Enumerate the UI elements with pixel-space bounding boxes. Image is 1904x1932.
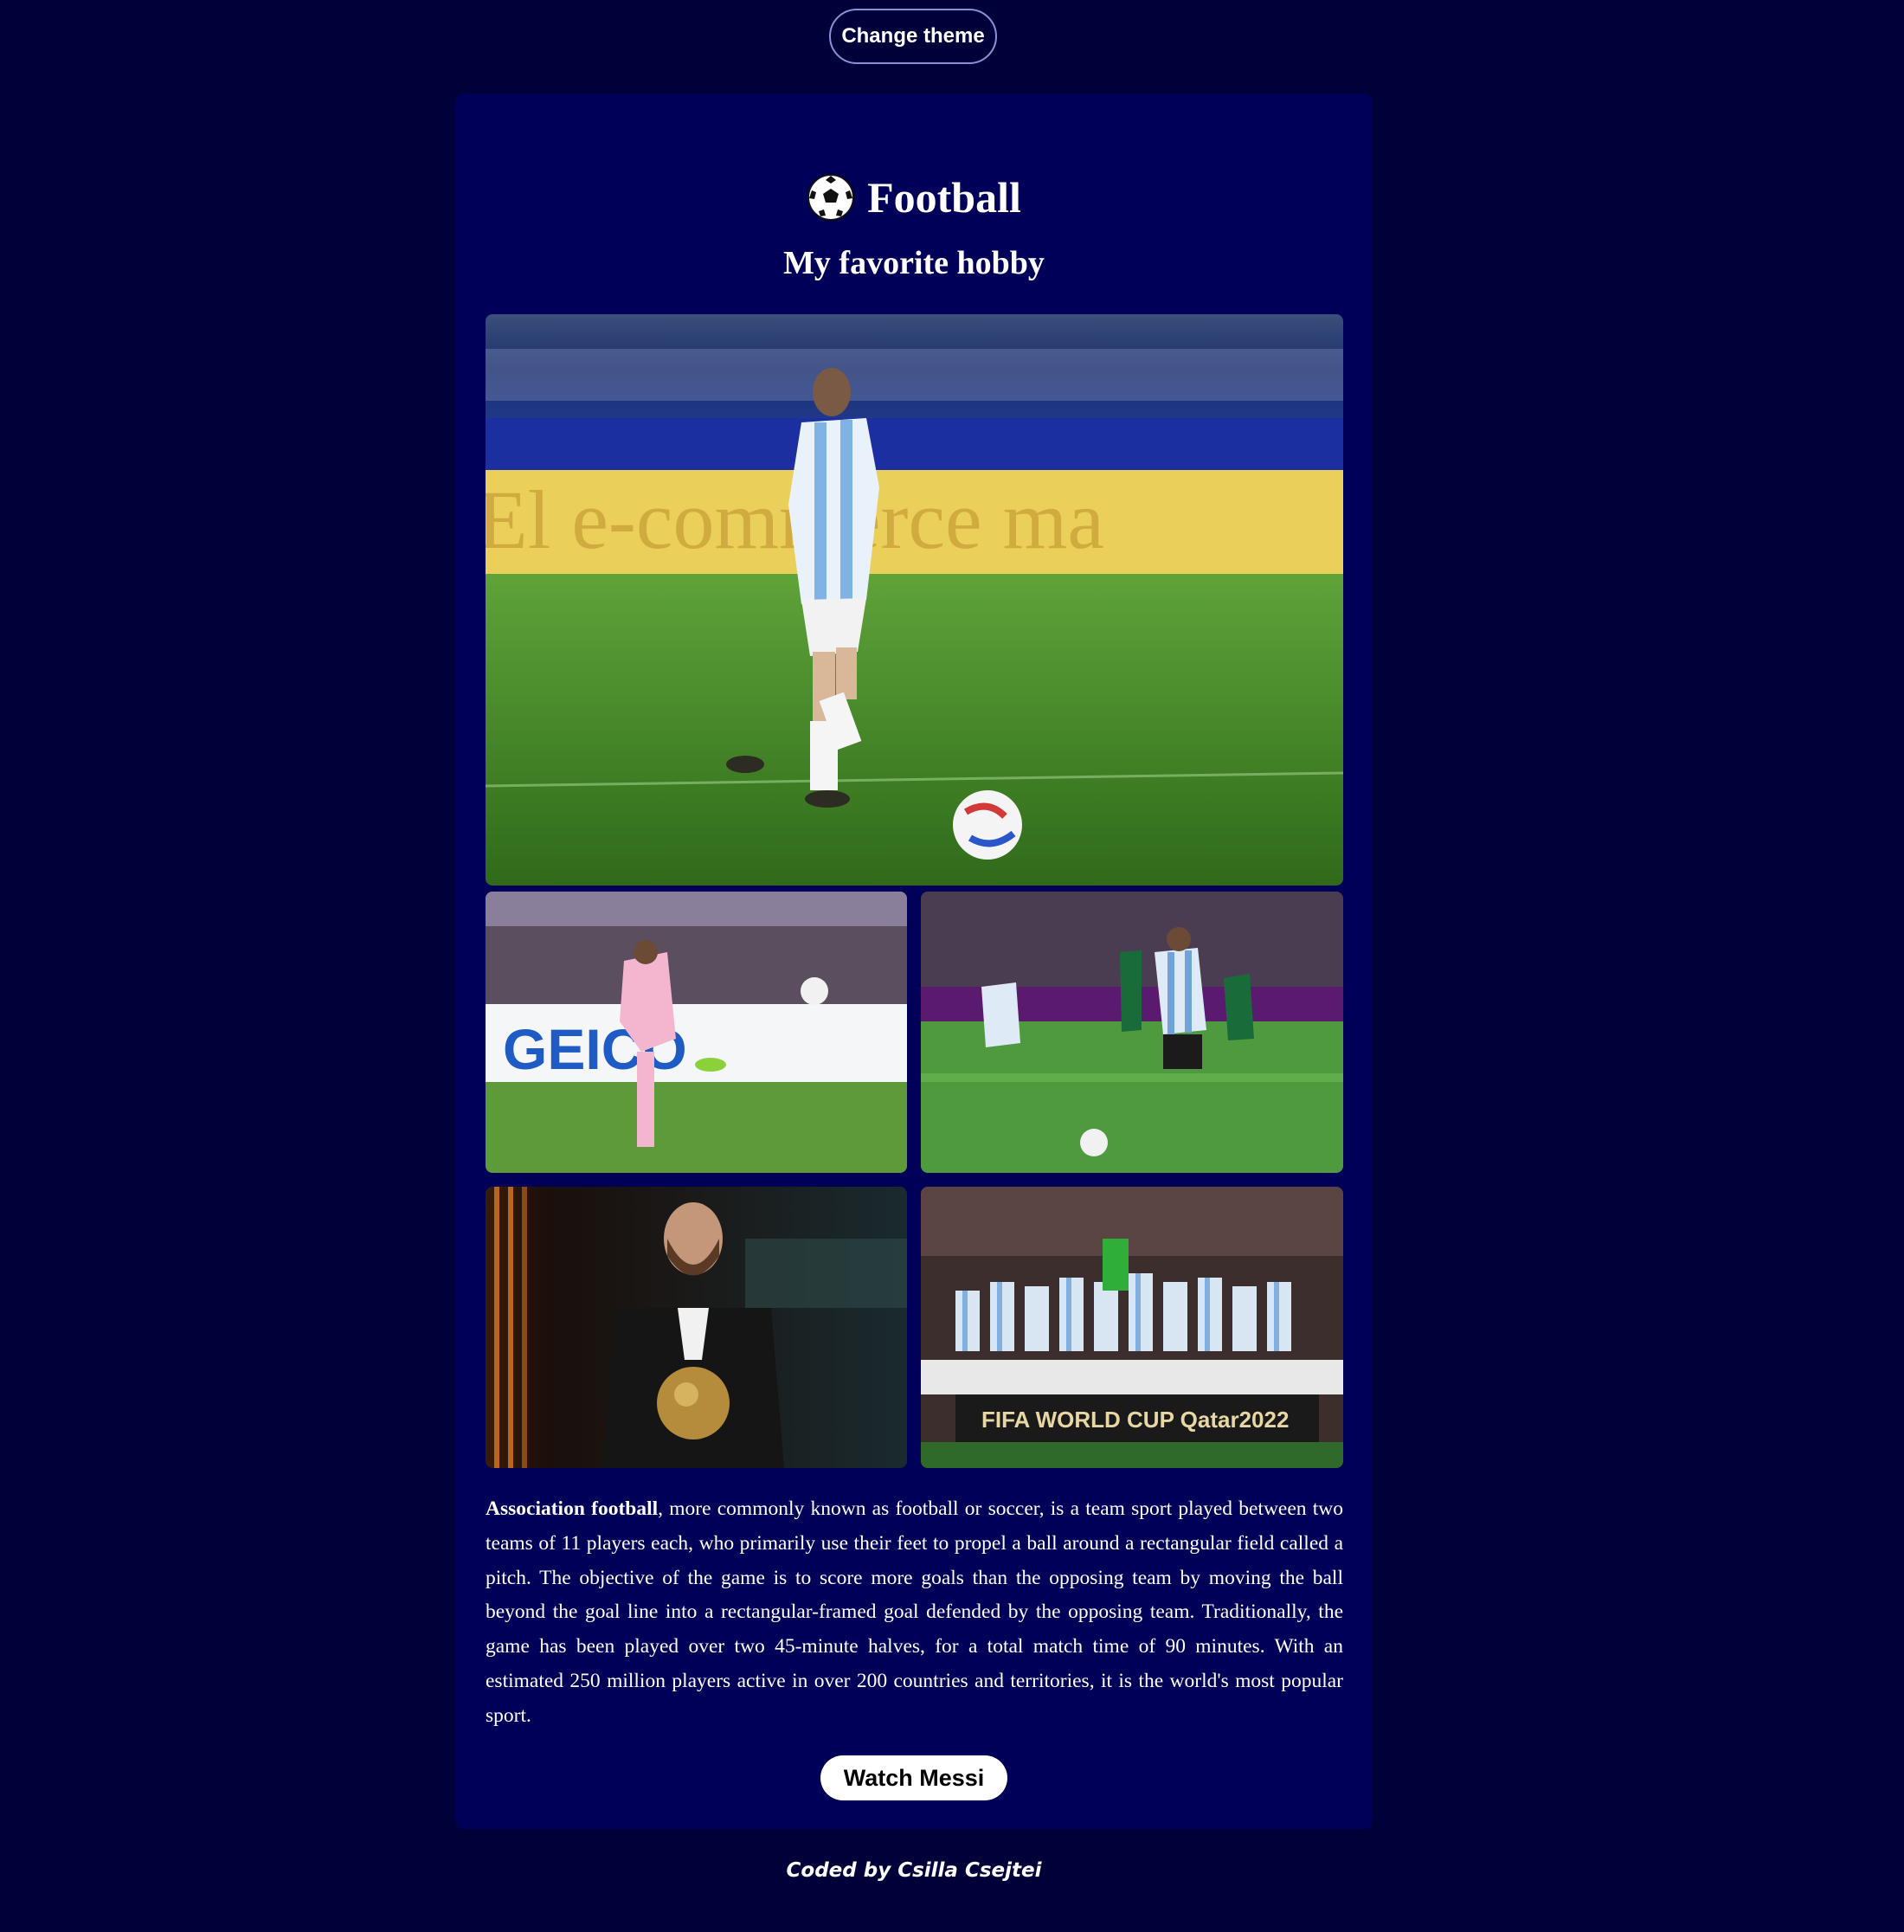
soccer-ball-icon <box>807 174 855 221</box>
photo-messi-ballon-dor <box>486 1187 907 1468</box>
hobby-card: Football My favorite hobby El e-commerce… <box>455 93 1373 1829</box>
photo-d-banner-text: FIFA WORLD CUP Qatar2022 <box>981 1407 1289 1433</box>
page-title: Football <box>867 173 1021 222</box>
page: Change theme Football My favorite hobby <box>0 0 1904 1932</box>
title-row: Football <box>455 163 1373 232</box>
watch-messi-button[interactable]: Watch Messi <box>820 1755 1007 1800</box>
footer-credit: Coded by Csilla Csejtei <box>786 1859 1042 1882</box>
photo-messi-dribbling-copa-america: El e-commerce ma <box>486 314 1343 886</box>
change-theme-button[interactable]: Change theme <box>829 9 997 64</box>
football-description: Association football, more commonly know… <box>486 1492 1343 1734</box>
description-text: , more commonly known as football or soc… <box>486 1497 1343 1727</box>
photo-messi-penalty-world-cup <box>921 892 1343 1173</box>
description-bold-term: Association football <box>486 1497 659 1520</box>
photo-messi-free-kick-inter-miami: GEICO <box>486 892 907 1173</box>
photo-argentina-world-cup-celebration: FIFA WORLD CUP Qatar2022 <box>921 1187 1343 1468</box>
page-subtitle: My favorite hobby <box>783 245 1045 281</box>
